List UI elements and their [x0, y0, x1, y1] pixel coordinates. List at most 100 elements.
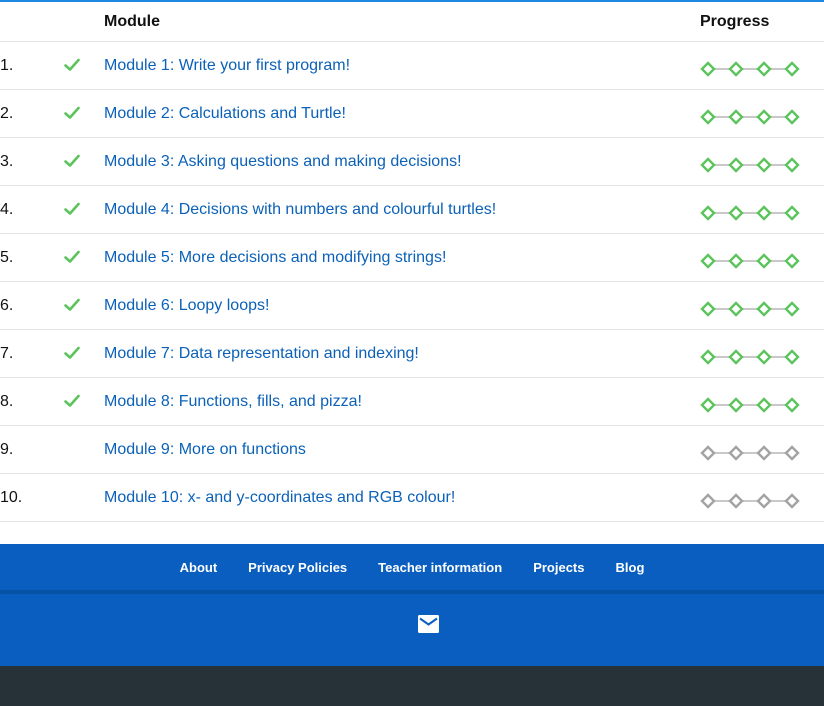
module-title-cell: Module 2: Calculations and Turtle! [104, 89, 700, 138]
progress-step-complete [700, 348, 716, 365]
progress-track-icon [700, 108, 800, 125]
module-link[interactable]: Module 4: Decisions with numbers and col… [104, 201, 496, 218]
progress-cell [700, 281, 824, 330]
progress-step-complete [700, 156, 716, 173]
completion-cell [56, 137, 104, 186]
progress-step-complete [756, 108, 772, 125]
footer-nav: About Privacy Policies Teacher information… [0, 544, 824, 590]
progress-step-complete [728, 300, 744, 317]
table-row: 8. Module 8: Functions, fills, and pizza! [0, 377, 824, 426]
table-row: 9. Module 9: More on functions [0, 425, 824, 474]
progress-track-icon [700, 348, 800, 365]
progress-cell [700, 137, 824, 186]
module-link[interactable]: Module 1: Write your first program! [104, 57, 350, 74]
header-status [56, 2, 104, 42]
progress-step-complete [784, 204, 800, 221]
checkmark-icon [64, 154, 80, 168]
completion-cell [56, 41, 104, 90]
progress-step-incomplete [784, 444, 800, 461]
progress-cell [700, 185, 824, 234]
module-link[interactable]: Module 9: More on functions [104, 441, 306, 458]
completion-cell [56, 185, 104, 234]
progress-step-complete [700, 300, 716, 317]
footer-main [0, 594, 824, 666]
table-row: 10. Module 10: x- and y-coordinates and R… [0, 473, 824, 522]
completion-cell [56, 377, 104, 426]
progress-step-complete [728, 108, 744, 125]
footer-link-privacy-policies[interactable]: Privacy Policies [248, 560, 347, 575]
module-number: 4. [0, 185, 56, 234]
progress-track-icon [700, 252, 800, 269]
module-link[interactable]: Module 3: Asking questions and making de… [104, 153, 462, 170]
checkmark-icon [64, 106, 80, 120]
progress-step-complete [728, 252, 744, 269]
module-link[interactable]: Module 6: Loopy loops! [104, 297, 269, 314]
module-title-cell: Module 5: More decisions and modifying s… [104, 233, 700, 282]
progress-track-icon [700, 60, 800, 77]
checkmark-icon [64, 250, 80, 264]
module-title-cell: Module 6: Loopy loops! [104, 281, 700, 330]
header-module: Module [104, 2, 700, 42]
table-row: 2. Module 2: Calculations and Turtle! [0, 89, 824, 138]
module-link[interactable]: Module 5: More decisions and modifying s… [104, 249, 446, 266]
progress-step-complete [784, 60, 800, 77]
progress-step-complete [756, 300, 772, 317]
footer-bottom-bar [0, 666, 824, 706]
progress-step-complete [784, 348, 800, 365]
progress-track-icon [700, 396, 800, 413]
footer-link-blog[interactable]: Blog [616, 560, 645, 575]
table-row: 6. Module 6: Loopy loops! [0, 281, 824, 330]
table-row: 3. Module 3: Asking questions and making … [0, 137, 824, 186]
progress-step-complete [784, 396, 800, 413]
progress-cell [700, 473, 824, 522]
progress-step-complete [756, 156, 772, 173]
progress-step-complete [700, 204, 716, 221]
progress-step-incomplete [728, 492, 744, 509]
module-number: 8. [0, 377, 56, 426]
progress-step-complete [728, 204, 744, 221]
completion-cell [56, 473, 104, 522]
module-number: 3. [0, 137, 56, 186]
module-title-cell: Module 3: Asking questions and making de… [104, 137, 700, 186]
table-row: 4. Module 4: Decisions with numbers and c… [0, 185, 824, 234]
mail-icon[interactable] [418, 615, 439, 633]
progress-step-incomplete [784, 492, 800, 509]
progress-track-icon [700, 156, 800, 173]
table-header-row: Module Progress [0, 2, 824, 42]
progress-cell [700, 233, 824, 282]
progress-cell [700, 41, 824, 90]
progress-track-icon [700, 300, 800, 317]
checkmark-icon [64, 202, 80, 216]
progress-step-complete [700, 396, 716, 413]
module-title-cell: Module 7: Data representation and indexi… [104, 329, 700, 378]
progress-step-complete [756, 348, 772, 365]
progress-cell [700, 89, 824, 138]
module-number: 2. [0, 89, 56, 138]
progress-step-complete [728, 396, 744, 413]
progress-step-complete [756, 60, 772, 77]
footer-link-projects[interactable]: Projects [533, 560, 584, 575]
module-number: 5. [0, 233, 56, 282]
footer-link-teacher-information[interactable]: Teacher information [378, 560, 502, 575]
header-number [0, 2, 56, 42]
module-title-cell: Module 10: x- and y-coordinates and RGB … [104, 473, 700, 522]
progress-step-complete [784, 300, 800, 317]
progress-cell [700, 377, 824, 426]
checkmark-icon [64, 58, 80, 72]
progress-step-incomplete [728, 444, 744, 461]
completion-cell [56, 89, 104, 138]
module-link[interactable]: Module 10: x- and y-coordinates and RGB … [104, 489, 455, 506]
module-link[interactable]: Module 8: Functions, fills, and pizza! [104, 393, 362, 410]
progress-step-complete [700, 60, 716, 77]
progress-step-incomplete [756, 492, 772, 509]
progress-track-icon [700, 204, 800, 221]
module-link[interactable]: Module 2: Calculations and Turtle! [104, 105, 346, 122]
module-number: 10. [0, 473, 56, 522]
progress-step-complete [728, 348, 744, 365]
module-rows: 1. Module 1: Write your first program! 2. M… [0, 41, 824, 522]
module-link[interactable]: Module 7: Data representation and indexi… [104, 345, 419, 362]
footer-link-about[interactable]: About [180, 560, 218, 575]
table-row: 7. Module 7: Data representation and inde… [0, 329, 824, 378]
progress-step-complete [728, 60, 744, 77]
progress-step-complete [756, 252, 772, 269]
